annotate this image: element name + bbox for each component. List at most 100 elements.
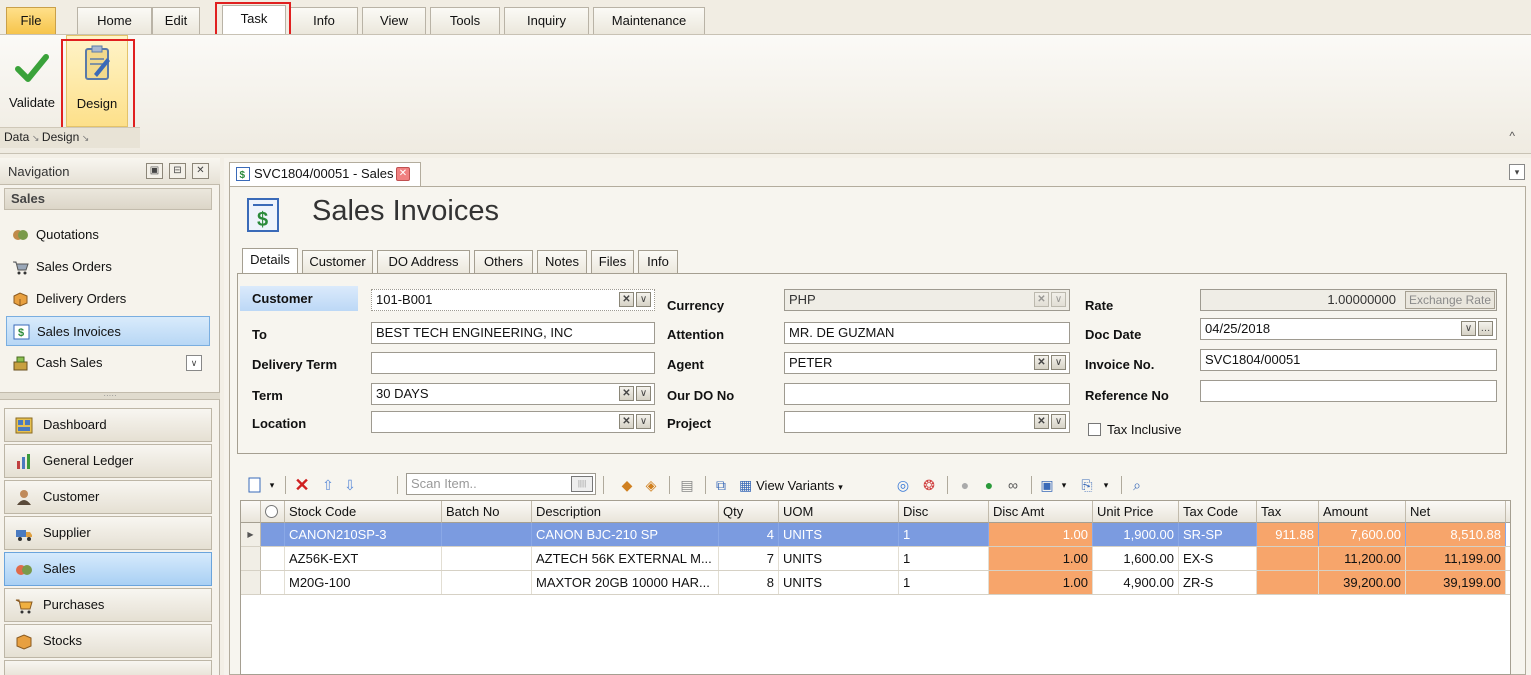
cell-uom[interactable]: UNITS [779,571,899,594]
copy-dropdown-icon[interactable]: ▾ [1101,474,1111,496]
select-all-header[interactable] [261,501,285,523]
table-row[interactable]: AZ56K-EXT AZTECH 56K EXTERNAL M... 7 UNI… [241,547,1510,571]
reference-no-field[interactable] [1200,380,1497,402]
chevron-down-icon[interactable]: ∨ [1051,292,1066,307]
chevron-down-icon[interactable]: ∨ [636,414,651,429]
module-sales[interactable]: Sales [4,552,212,586]
cell-net[interactable]: 8,510.88 [1406,523,1506,546]
tab-others[interactable]: Others [474,250,533,274]
cell-net[interactable]: 11,199.00 [1406,547,1506,570]
package-icon[interactable]: ◆ [617,474,637,496]
sidebar-item-quotations[interactable]: Quotations [6,220,210,250]
cell-batch-no[interactable] [442,571,532,594]
chevron-down-icon[interactable]: ∨ [1461,321,1476,336]
col-net[interactable]: Net [1406,501,1506,523]
tab-edit[interactable]: Edit [152,7,200,34]
cell-disc-amt[interactable]: 1.00 [989,523,1093,546]
module-purchases[interactable]: Purchases [4,588,212,622]
cell-unit-price[interactable]: 1,600.00 [1093,547,1179,570]
tab-info[interactable]: Info [290,7,358,34]
cell-uom[interactable]: UNITS [779,547,899,570]
cell-uom[interactable]: UNITS [779,523,899,546]
chevron-down-icon[interactable]: ∨ [186,355,202,371]
clear-icon[interactable]: ✕ [619,386,634,401]
export-icon[interactable]: ⧉ [711,474,731,496]
ellipsis-icon[interactable]: … [1478,321,1493,336]
move-down-icon[interactable]: ⇩ [341,474,359,496]
close-tab-icon[interactable]: ✕ [396,167,410,181]
new-item-dropdown-icon[interactable]: ▾ [267,474,277,496]
cell-stock-code[interactable]: AZ56K-EXT [285,547,442,570]
cell-disc[interactable]: 1 [899,523,989,546]
col-qty[interactable]: Qty [719,501,779,523]
float-icon[interactable]: ⊟ [169,163,186,179]
document-tab[interactable]: $ SVC1804/00051 - Sales ✕ [229,162,421,186]
cell-amount[interactable]: 39,200.00 [1319,571,1406,594]
exchange-rate-button[interactable]: Exchange Rate [1404,291,1495,309]
delete-icon[interactable]: ✕ [291,474,313,496]
scan-item-input[interactable]: Scan Item.. |||| [406,473,596,495]
attention-field[interactable]: MR. DE GUZMAN [784,322,1070,344]
cell-amount[interactable]: 7,600.00 [1319,523,1406,546]
col-tax[interactable]: Tax [1257,501,1319,523]
col-disc[interactable]: Disc [899,501,989,523]
sidebar-item-cash-sales[interactable]: Cash Sales ∨ [6,348,210,378]
move-up-icon[interactable]: ⇧ [319,474,337,496]
sidebar-item-sales-orders[interactable]: Sales Orders [6,252,210,282]
preview-icon[interactable]: ⌕ [1127,474,1147,496]
col-uom[interactable]: UOM [779,501,899,523]
packages-icon[interactable]: ◈ [641,474,661,496]
cell-amount[interactable]: 11,200.00 [1319,547,1406,570]
ribbon-collapse-icon[interactable]: ^ [1509,129,1515,143]
sidebar-item-delivery-orders[interactable]: Delivery Orders [6,284,210,314]
design-button[interactable]: Design [66,35,128,127]
add-circle-icon[interactable]: ● [979,474,999,496]
module-general-ledger[interactable]: General Ledger [4,444,212,478]
chevron-down-icon[interactable]: ∨ [636,292,651,307]
tab-notes[interactable]: Notes [537,250,587,274]
tax-inclusive-checkbox[interactable] [1088,423,1101,436]
clear-icon[interactable]: ✕ [619,292,634,307]
to-field[interactable]: BEST TECH ENGINEERING, INC [371,322,655,344]
list-icon[interactable]: ▤ [677,474,697,496]
magnet-icon[interactable]: ❂ [919,474,939,496]
save-layout-icon[interactable]: ▣ [1037,474,1057,496]
cell-tax-code[interactable]: SR-SP [1179,523,1257,546]
cell-disc-amt[interactable]: 1.00 [989,571,1093,594]
col-unit-price[interactable]: Unit Price [1093,501,1179,523]
project-field[interactable]: ✕ ∨ [784,411,1070,433]
cell-unit-price[interactable]: 4,900.00 [1093,571,1179,594]
pin-icon[interactable]: ▣ [146,163,163,179]
cell-qty[interactable]: 7 [719,547,779,570]
table-row[interactable]: ▶ CANON210SP-3 CANON BJC-210 SP 4 UNITS … [241,523,1510,547]
clear-icon[interactable]: ✕ [1034,414,1049,429]
currency-field[interactable]: PHP ✕ ∨ [784,289,1070,311]
disabled-circle-icon[interactable]: ● [955,474,975,496]
cell-disc[interactable]: 1 [899,571,989,594]
col-amount[interactable]: Amount [1319,501,1406,523]
clear-icon[interactable]: ✕ [1034,355,1049,370]
chevron-down-icon[interactable]: ∨ [1051,355,1066,370]
refresh-icon[interactable]: ◎ [893,474,913,496]
tab-maintenance[interactable]: Maintenance [593,7,705,34]
cell-stock-code[interactable]: M20G-100 [285,571,442,594]
cell-tax-code[interactable]: ZR-S [1179,571,1257,594]
cell-unit-price[interactable]: 1,900.00 [1093,523,1179,546]
tab-file[interactable]: File [6,7,56,34]
our-do-no-field[interactable] [784,383,1070,405]
tab-info-detail[interactable]: Info [638,250,678,274]
tab-home[interactable]: Home [77,7,152,34]
chevron-down-icon[interactable]: ∨ [636,386,651,401]
cell-qty[interactable]: 8 [719,571,779,594]
cell-tax[interactable]: 911.88 [1257,523,1319,546]
tab-list-chevron-icon[interactable]: ▾ [1509,164,1525,180]
delivery-term-field[interactable] [371,352,655,374]
close-icon[interactable]: ✕ [192,163,209,179]
agent-field[interactable]: PETER ✕ ∨ [784,352,1070,374]
table-row[interactable]: M20G-100 MAXTOR 20GB 10000 HAR... 8 UNIT… [241,571,1510,595]
module-customer[interactable]: Customer [4,480,212,514]
cell-description[interactable]: MAXTOR 20GB 10000 HAR... [532,571,719,594]
nav-section-sales[interactable]: Sales [4,188,212,210]
tab-details[interactable]: Details [242,248,298,274]
module-supplier[interactable]: Supplier [4,516,212,550]
